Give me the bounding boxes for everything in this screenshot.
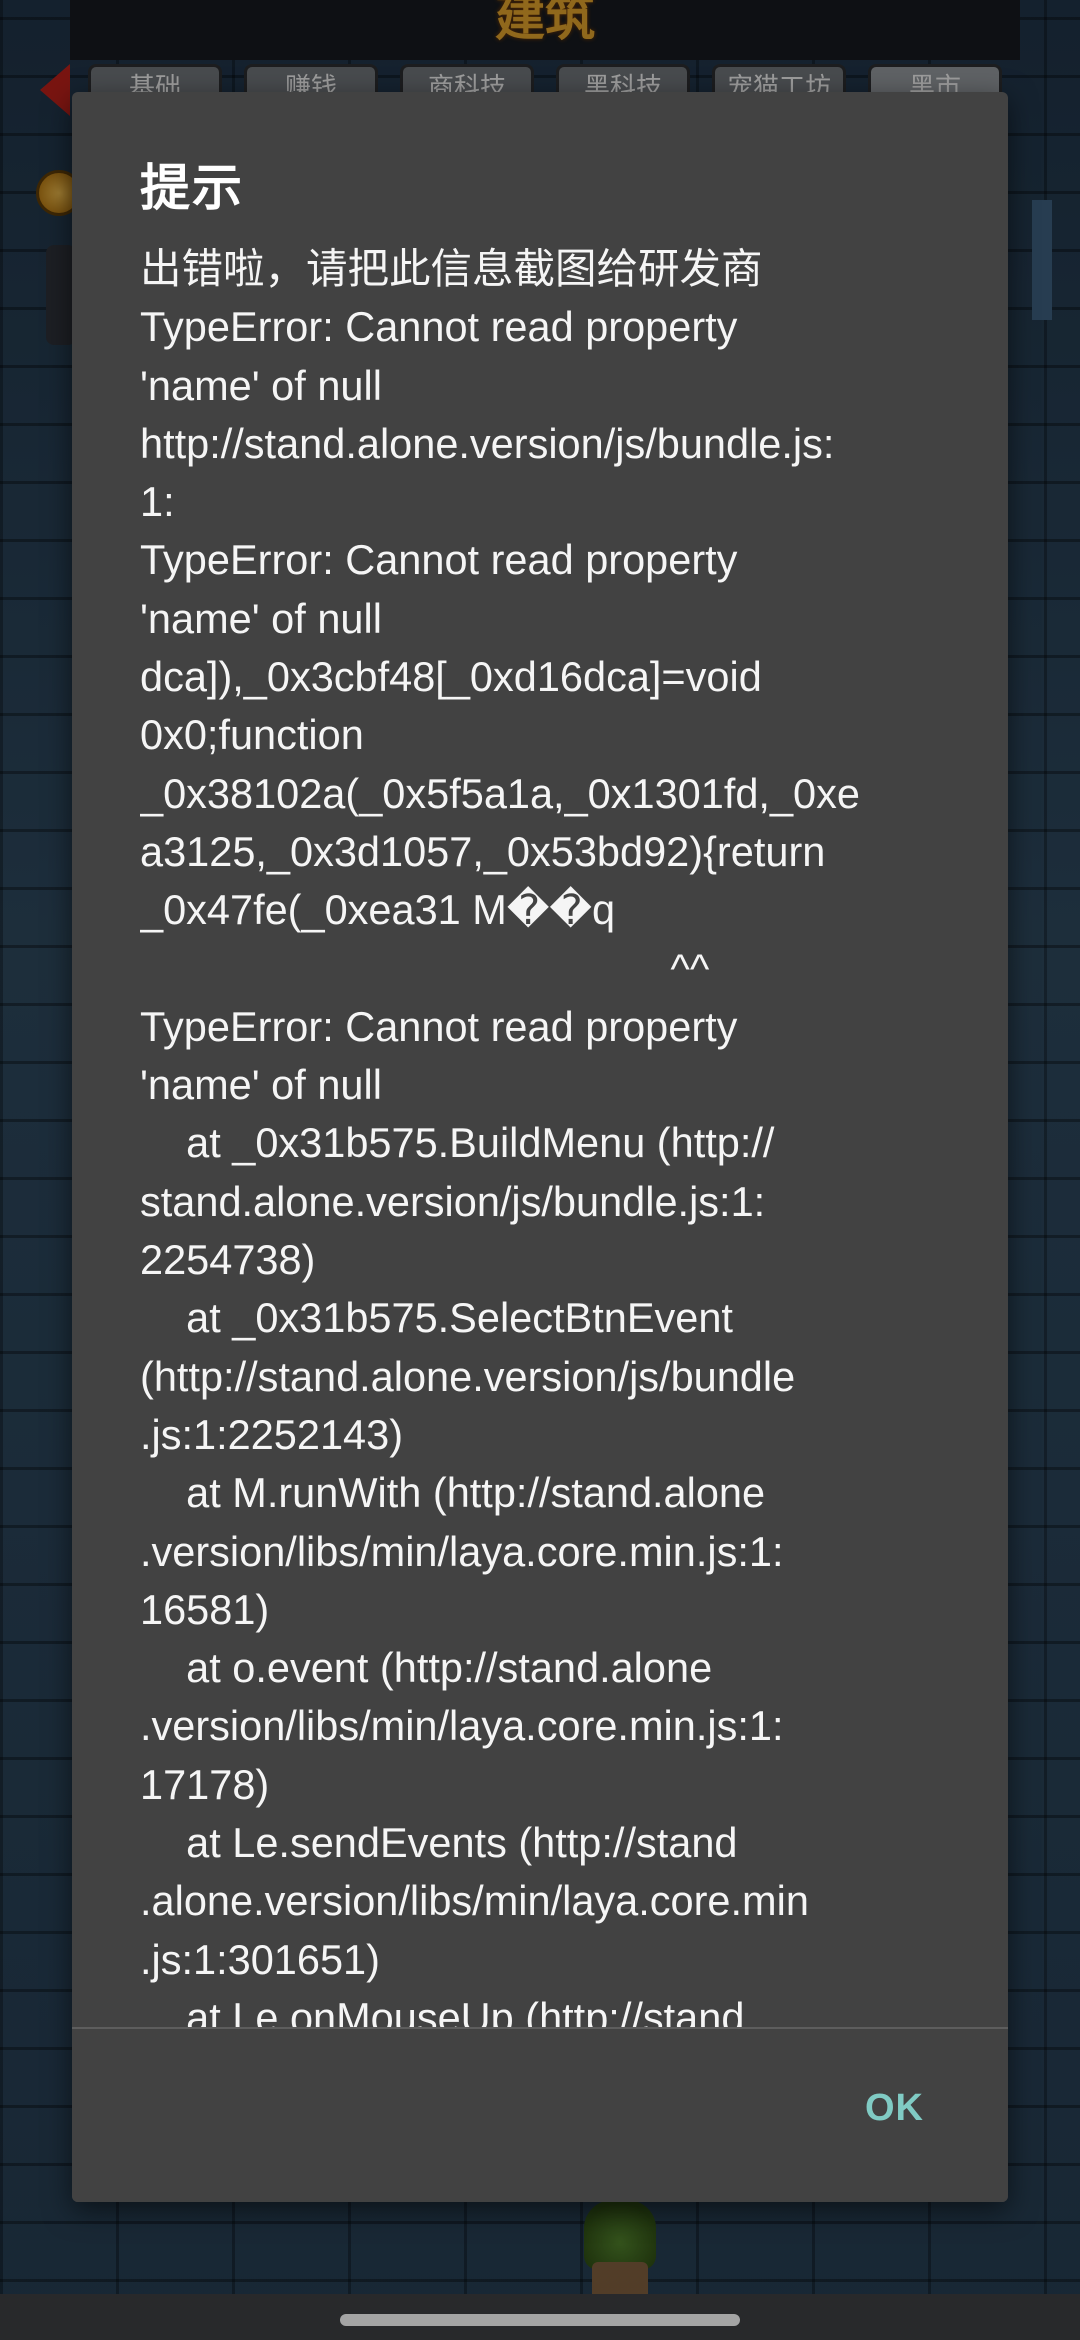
game-screen: 建筑 基础 赚钱 商科技 黑科技 宠猫工坊 黑市 提示 出错啦，请把此信息截图给…: [0, 0, 1080, 2340]
error-alert-dialog: 提示 出错啦，请把此信息截图给研发商 TypeError: Cannot rea…: [72, 92, 1008, 2202]
dialog-footer: OK: [72, 2029, 1008, 2202]
ok-button[interactable]: OK: [853, 2079, 936, 2138]
dialog-title: 提示: [140, 159, 244, 217]
dialog-message-scroll[interactable]: 出错啦，请把此信息截图给研发商 TypeError: Cannot read p…: [140, 240, 1008, 2120]
dialog-message: 出错啦，请把此信息截图给研发商 TypeError: Cannot read p…: [140, 245, 860, 2041]
